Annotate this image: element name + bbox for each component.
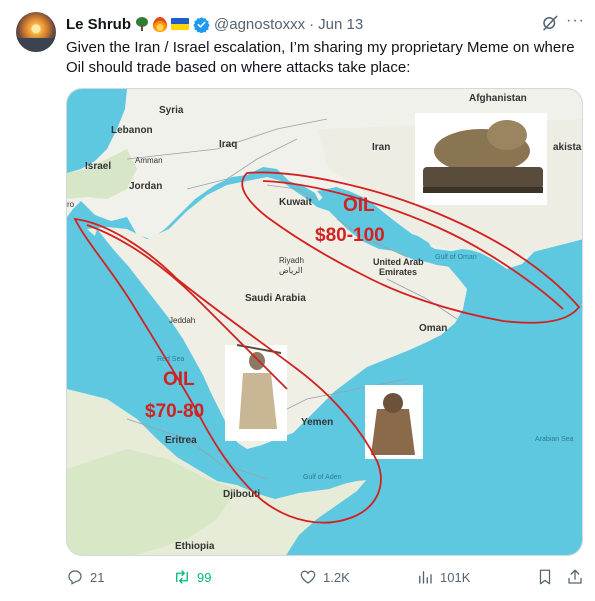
label-gulf-of-aden: Gulf of Aden [303, 474, 342, 481]
label-arabian-sea: Arabian Sea [535, 436, 574, 443]
label-kuwait: Kuwait [279, 197, 312, 208]
map-image: Afghanistan Syria Lebanon Iraq Iran akis… [67, 89, 583, 555]
retweet-count: 99 [197, 569, 212, 585]
label-riyadh: Riyadh [279, 256, 304, 265]
retweet-button[interactable]: 99 [173, 568, 211, 586]
label-red-sea: Red Sea [157, 356, 184, 363]
bookmark-icon [539, 569, 551, 585]
views-chart-icon [419, 571, 432, 584]
label-jeddah: Jeddah [169, 316, 195, 325]
label-iraq: Iraq [219, 139, 237, 150]
display-name[interactable]: Le Shrub [66, 16, 131, 33]
label-pakistan: akistan [553, 142, 583, 153]
label-ethiopia: Ethiopia [175, 541, 215, 552]
label-syria: Syria [159, 105, 184, 116]
more-options-icon[interactable]: ··· [566, 13, 584, 32]
label-uae-2: Emirates [379, 267, 417, 277]
label-uae-1: United Arab [373, 257, 424, 267]
verified-badge-icon[interactable] [193, 16, 210, 33]
avatar[interactable] [16, 12, 56, 52]
tweet-date[interactable]: Jun 13 [318, 16, 363, 33]
label-riyadh-ar: الرياض [279, 266, 302, 275]
label-jordan: Jordan [129, 181, 162, 192]
label-israel: Israel [85, 161, 111, 172]
grok-icon[interactable] [541, 14, 559, 32]
tree-emoji-icon [135, 17, 149, 31]
jabba-figure-image [415, 113, 547, 205]
retweet-icon [176, 570, 188, 584]
tusken-raider-image [225, 344, 287, 441]
label-saudi-arabia: Saudi Arabia [245, 293, 306, 304]
label-oman: Oman [419, 323, 447, 334]
reply-button[interactable]: 21 [66, 568, 104, 586]
upper-price-label: $80-100 [315, 225, 385, 246]
reply-icon [68, 570, 82, 585]
label-yemen: Yemen [301, 417, 333, 428]
tweet-header: Le Shrub @agnostoxxx · Jun 13 [66, 14, 363, 34]
separator-dot: · [309, 15, 315, 33]
label-lebanon: Lebanon [111, 125, 153, 136]
label-afghanistan: Afghanistan [469, 93, 527, 104]
tweet-actions: 21 99 1.2K 101K [66, 568, 588, 590]
fire-emoji-icon [153, 16, 168, 32]
reply-count: 21 [90, 569, 105, 585]
ukraine-flag-icon [171, 18, 190, 30]
tweet-image[interactable]: Afghanistan Syria Lebanon Iraq Iran akis… [66, 88, 583, 556]
views-count: 101K [440, 569, 471, 585]
label-eritrea: Eritrea [165, 435, 197, 446]
lower-price-label: $70-80 [145, 401, 204, 422]
share-button[interactable] [566, 568, 584, 586]
bookmark-button[interactable] [536, 568, 554, 586]
share-icon [568, 569, 582, 584]
label-amman: Amman [135, 156, 163, 165]
views-button[interactable]: 101K [416, 568, 470, 586]
heart-icon [300, 570, 316, 584]
lower-oil-label: OIL [163, 369, 195, 390]
label-ro: ro [67, 200, 75, 209]
like-count: 1.2K [323, 569, 350, 585]
author-handle[interactable]: @agnostoxxx [214, 16, 305, 33]
like-button[interactable]: 1.2K [299, 568, 350, 586]
label-iran: Iran [372, 142, 390, 153]
upper-oil-label: OIL [343, 195, 375, 216]
sand-person-image [365, 385, 423, 459]
tweet-text: Given the Iran / Israel escalation, I’m … [66, 39, 575, 76]
label-gulf-of-oman: Gulf of Oman [435, 254, 477, 261]
